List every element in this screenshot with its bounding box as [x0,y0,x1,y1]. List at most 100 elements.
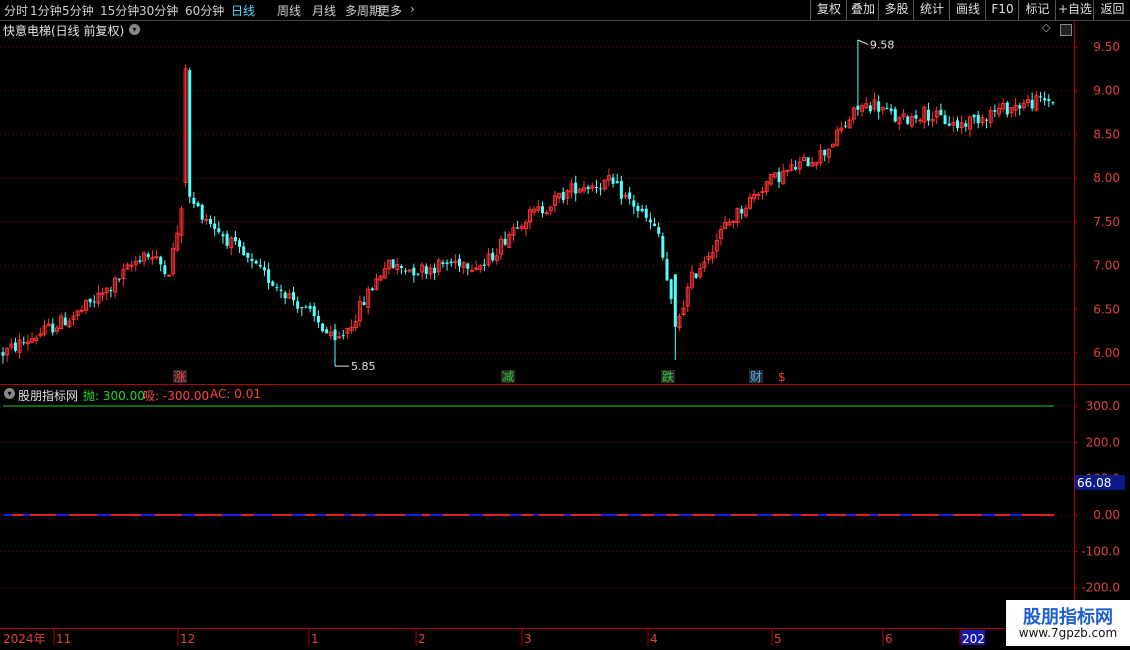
candle-body-down [877,101,881,112]
price-tick-label: 6.50 [1093,302,1120,316]
candle-body-down [823,149,827,156]
high-price-label: 9.58 [870,38,895,51]
indicator-dropdown-icon[interactable]: ▾ [4,388,15,399]
ac-value: 0.01 [234,387,261,401]
candle-body-down [362,302,366,306]
candle-body-down [196,203,200,207]
watermark-logo: 股朋指标网 www.7gpzb.com [1006,600,1130,646]
event-marker: $ [778,370,786,384]
candle-body-down [868,105,872,112]
candle-body-down [321,323,325,332]
candle-body-down [333,329,337,341]
candle-body-down [914,115,918,119]
diamond-icon[interactable]: ◇ [1042,21,1050,34]
event-marker: 财 [750,370,762,384]
candle-body-down [279,289,283,291]
candle-body-down [275,287,279,289]
chart-frame [0,20,1130,629]
candle-body-down [404,270,408,272]
candle-body-down [794,166,798,170]
candle-body-down [341,335,345,337]
candle-body-down [586,186,590,190]
indicator-name: 股朋指标网 [18,389,79,403]
candle-body-down [296,301,300,309]
axis-labels: 9.50 9.00 8.50 8.00 7.50 7.00 6.50 6.00 300.0 200… [3,38,1125,646]
candle-body-down [673,274,677,327]
indicator-tick-label: 200.0 [1086,435,1120,449]
date-label: 6 [885,632,893,646]
candle-body-down [13,342,17,351]
candle-body-down [1005,102,1009,115]
candle-body-up [756,193,761,196]
candle-body-up [337,336,342,339]
candle-body-down [233,237,237,242]
candle-body-down [138,260,142,262]
candle-body-down [889,108,893,112]
candlestick-series [1,40,1055,367]
title-dropdown-icon[interactable]: ▾ [129,24,140,35]
candle-body-down [22,342,26,344]
candle-body-down [893,108,897,122]
candle-body-down [213,223,217,229]
candle-body-down [267,269,271,283]
candle-body-down [777,171,781,183]
candle-body-down [653,223,657,226]
candle-body-down [246,252,250,258]
date-label: 4 [650,632,658,646]
absorb-value: -300.00 [162,389,210,403]
date-label: 5 [774,632,782,646]
candle-body-down [391,259,395,268]
candle-body-down [258,264,262,267]
candle-body-down [972,114,976,118]
candle-body-down [433,267,437,273]
indicator-tick-label: -100.0 [1081,544,1120,558]
candle-body-down [238,240,242,247]
kline-chart-canvas[interactable]: 9.50 9.00 8.50 8.00 7.50 7.00 6.50 6.00 300.0 200… [0,0,1130,650]
candle-body-down [416,273,420,275]
candle-body-down [51,323,55,333]
candle-body-down [192,197,196,205]
throw-value: 300.00 [102,389,145,403]
candle-body-down [985,119,989,121]
candle-body-down [943,115,947,124]
candle-body-down [146,254,150,258]
candle-body-up [154,256,159,259]
candle-body-down [88,298,92,303]
date-label: 11 [56,632,71,646]
candle-body-down [574,182,578,194]
candle-body-down [399,265,403,269]
panel-toggle-icon[interactable] [1060,24,1072,36]
candle-body-down [412,267,416,276]
candle-body-down [217,228,221,232]
candle-body-down [304,306,308,308]
candle-body-down [993,110,997,112]
candle-body-down [63,317,67,326]
candle-body-down [325,329,329,334]
candle-body-down [648,219,652,223]
price-tick-label: 9.50 [1093,40,1120,54]
event-marker: 涨 [174,369,186,384]
date-label: 3 [524,632,532,646]
candle-body-up [544,212,549,215]
candle-body-down [615,181,619,184]
candle-body-down [632,200,636,207]
watermark-url: www.7gpzb.com [1018,626,1118,640]
date-label: 1 [311,632,319,646]
candle-body-down [661,236,665,258]
candle-body-down [92,301,96,303]
candle-body-down [491,252,495,261]
candle-body-down [445,262,449,265]
candle-body-down [939,109,943,116]
candle-body-down [541,206,544,214]
price-tick-label: 8.00 [1093,171,1120,185]
candle-body-up [918,119,923,122]
candle-body-down [250,258,254,262]
price-tick-label: 7.50 [1093,215,1120,229]
candle-body-down [611,177,615,184]
candle-body-down [117,278,121,280]
candle-body-down [694,273,698,278]
candle-body-down [221,234,225,237]
candle-body-down [312,306,316,317]
price-tick-label: 9.00 [1093,84,1120,98]
indicator-series [3,405,1054,516]
